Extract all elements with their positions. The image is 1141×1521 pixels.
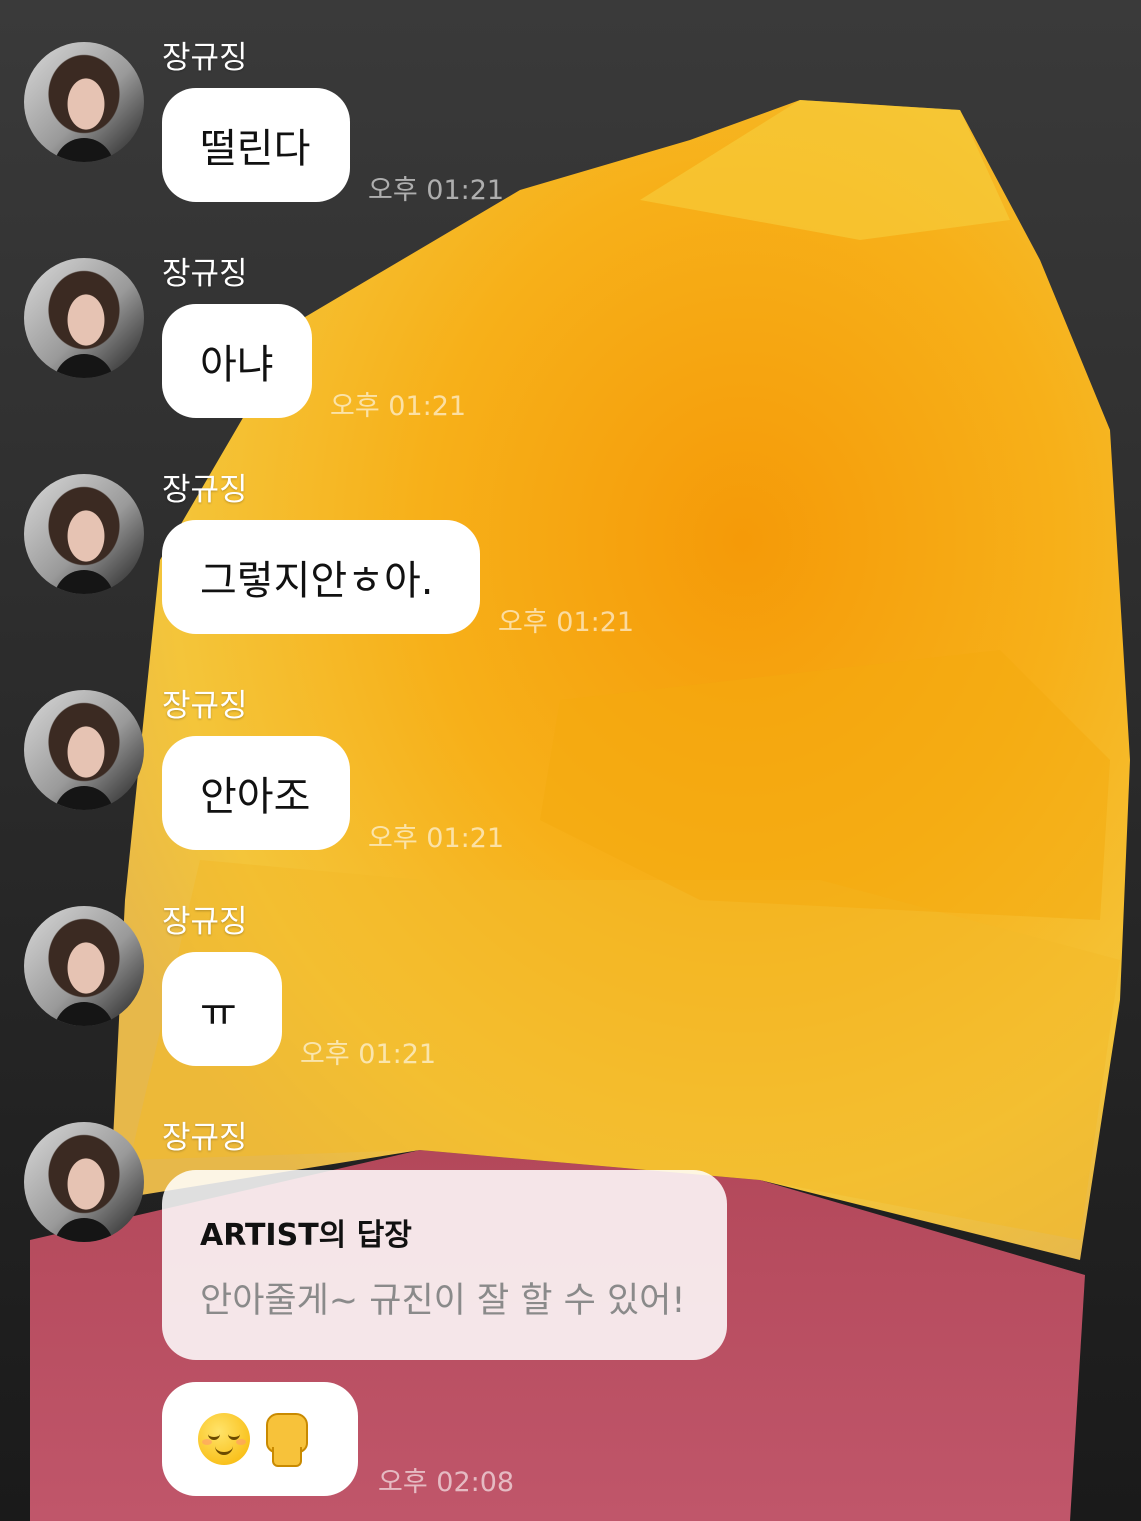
- sender-name: 장규징: [162, 904, 248, 939]
- sender-name: 장규징: [162, 256, 248, 291]
- message-bubble[interactable]: 아냐: [162, 304, 312, 418]
- avatar[interactable]: [24, 906, 144, 1026]
- message-bubble[interactable]: 그렇지안ㅎ아.: [162, 520, 480, 634]
- reply-text: 안아줄게~ 규진이 잘 할 수 있어!: [200, 1281, 686, 1321]
- message-time: 오후 02:08: [378, 1467, 515, 1498]
- message-time: 오후 01:21: [300, 1039, 437, 1070]
- message-time: 오후 01:21: [498, 607, 635, 638]
- sender-name: 장규징: [162, 472, 248, 507]
- relieved-face-icon: [198, 1413, 250, 1465]
- avatar[interactable]: [24, 690, 144, 810]
- avatar[interactable]: [24, 258, 144, 378]
- reply-title: ARTIST의 답장: [200, 1218, 412, 1253]
- avatar[interactable]: [24, 474, 144, 594]
- avatar[interactable]: [24, 1122, 144, 1242]
- message-bubble[interactable]: ㅠ: [162, 952, 282, 1066]
- raised-fist-icon: [262, 1413, 308, 1467]
- emoji-message-bubble[interactable]: [162, 1382, 358, 1496]
- message-time: 오후 01:21: [330, 391, 467, 422]
- message-bubble[interactable]: 떨린다: [162, 88, 350, 202]
- sender-name: 장규징: [162, 40, 248, 75]
- message-bubble[interactable]: 안아조: [162, 736, 350, 850]
- avatar[interactable]: [24, 42, 144, 162]
- message-time: 오후 01:21: [368, 823, 505, 854]
- artist-reply-bubble[interactable]: ARTIST의 답장 안아줄게~ 규진이 잘 할 수 있어!: [162, 1170, 727, 1360]
- message-time: 오후 01:21: [368, 175, 505, 206]
- sender-name: 장규징: [162, 688, 248, 723]
- sender-name: 장규징: [162, 1120, 248, 1155]
